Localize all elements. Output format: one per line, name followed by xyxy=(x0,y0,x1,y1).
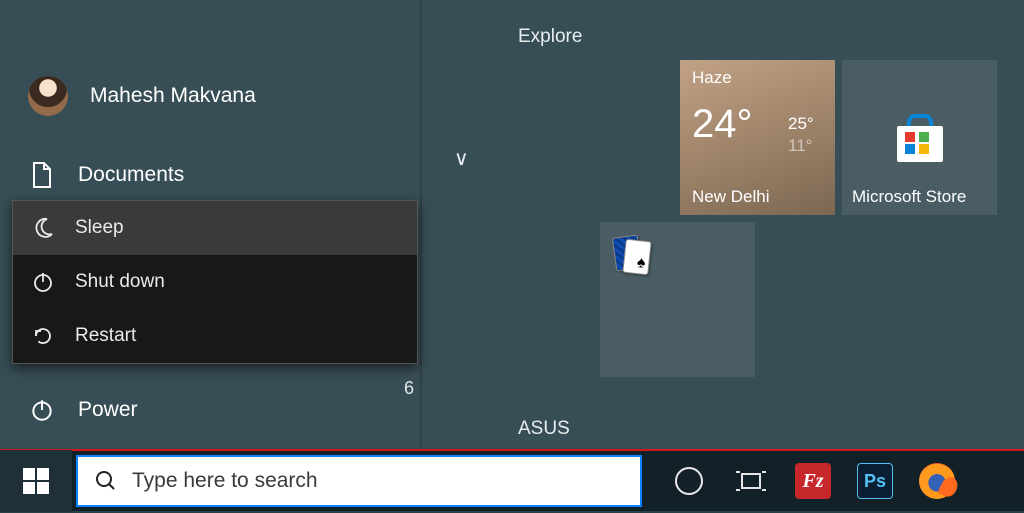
power-label: Power xyxy=(78,398,138,422)
store-label: Microsoft Store xyxy=(852,187,966,207)
cortana-icon xyxy=(675,467,703,495)
task-view-icon xyxy=(736,468,766,494)
power-context-menu: Sleep Shut down Restart xyxy=(12,200,418,364)
start-sidebar: Mahesh Makvana Documents Sleep xyxy=(0,0,420,449)
user-account-button[interactable]: Mahesh Makvana xyxy=(0,66,420,126)
cortana-button[interactable] xyxy=(658,450,720,512)
start-menu: Mahesh Makvana Documents Sleep xyxy=(0,0,1024,449)
documents-button[interactable]: Documents xyxy=(0,150,420,200)
start-button[interactable] xyxy=(0,450,72,512)
group-header-asus[interactable]: ASUS xyxy=(518,418,570,440)
windows-logo-icon xyxy=(23,468,49,494)
start-divider xyxy=(420,0,422,449)
search-input[interactable]: Type here to search xyxy=(76,455,642,507)
weather-high: 25° xyxy=(788,114,814,134)
user-name: Mahesh Makvana xyxy=(90,84,256,108)
filezilla-taskbar-button[interactable]: Fz xyxy=(782,450,844,512)
avatar xyxy=(28,76,68,116)
weather-condition: Haze xyxy=(692,68,732,88)
task-view-button[interactable] xyxy=(720,450,782,512)
weather-city: New Delhi xyxy=(692,187,769,207)
store-bag-icon xyxy=(893,114,947,162)
power-icon xyxy=(29,270,57,294)
photoshop-taskbar-button[interactable]: Ps xyxy=(844,450,906,512)
restart-item[interactable]: Restart xyxy=(13,309,417,363)
shutdown-label: Shut down xyxy=(75,271,165,293)
sleep-item[interactable]: Sleep xyxy=(13,201,417,255)
group-header-explore[interactable]: Explore xyxy=(518,26,582,48)
shutdown-item[interactable]: Shut down xyxy=(13,255,417,309)
chevron-down-icon[interactable]: ∨ xyxy=(454,146,469,171)
firefox-taskbar-button[interactable] xyxy=(906,450,968,512)
search-placeholder: Type here to search xyxy=(132,469,318,493)
microsoft-store-tile[interactable]: Microsoft Store xyxy=(842,60,997,215)
cards-icon xyxy=(614,236,654,276)
power-button[interactable]: Power xyxy=(0,382,420,438)
sleep-label: Sleep xyxy=(75,217,124,239)
solitaire-tile[interactable] xyxy=(600,222,755,377)
weather-low: 11° xyxy=(788,136,812,156)
search-icon xyxy=(94,469,118,493)
firefox-icon xyxy=(919,463,955,499)
restart-icon xyxy=(29,324,57,348)
photoshop-icon: Ps xyxy=(857,463,893,499)
restart-label: Restart xyxy=(75,325,136,347)
filezilla-icon: Fz xyxy=(795,463,831,499)
moon-icon xyxy=(29,216,57,240)
weather-tile[interactable]: Haze 24° 25° 11° New Delhi xyxy=(680,60,835,215)
weather-temp: 24° xyxy=(692,102,753,147)
taskbar: Type here to search Fz Ps xyxy=(0,449,1024,511)
documents-label: Documents xyxy=(78,163,184,187)
document-icon xyxy=(28,161,56,189)
power-icon xyxy=(28,397,56,423)
